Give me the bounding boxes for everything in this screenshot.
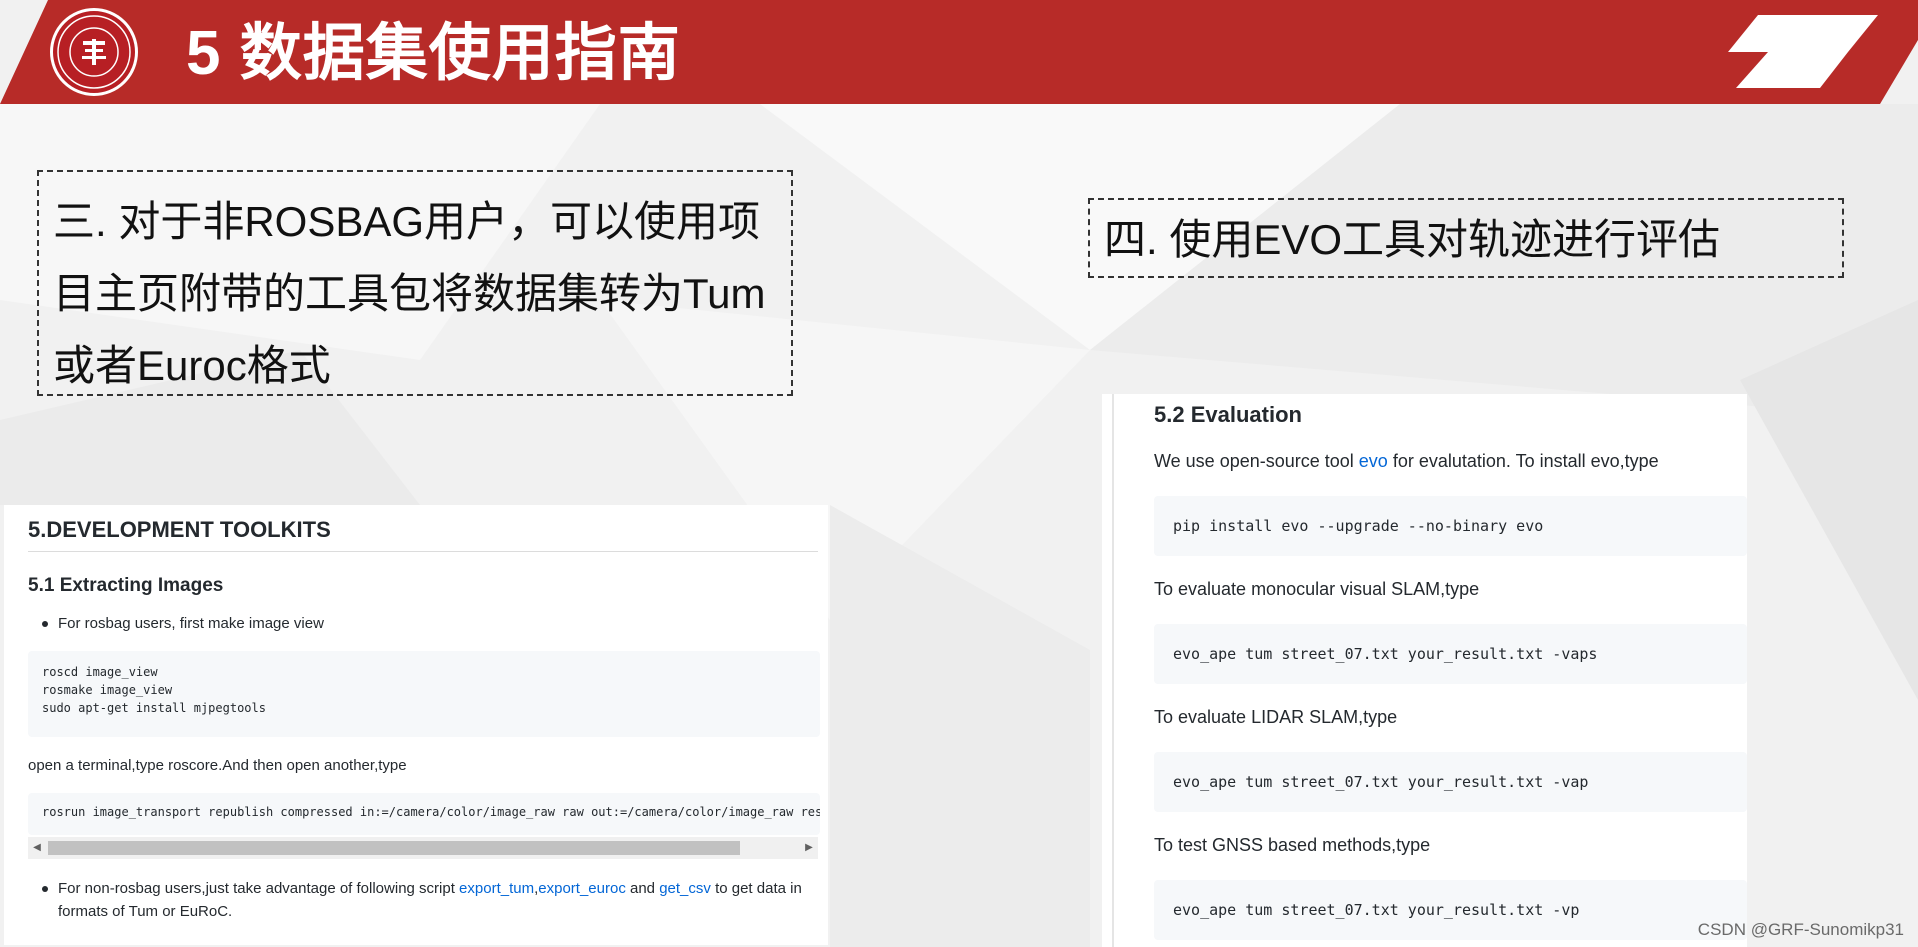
monocular-instruction: To evaluate monocular visual SLAM,type [1154, 579, 1480, 599]
non-rosbag-users-bullet: For non-rosbag users,just take advantage… [42, 877, 828, 923]
evo-link[interactable]: evo [1359, 451, 1388, 471]
code-line: roscd image_view [42, 665, 158, 679]
slide-header: 5 数据集使用指南 [0, 0, 1918, 104]
code-line: rosrun image_transport republish compres… [42, 805, 820, 819]
export-tum-link[interactable]: export_tum [459, 880, 534, 897]
toolkits-heading: 5.DEVELOPMENT TOOLKITS [28, 517, 818, 552]
csdn-watermark: CSDN @GRF-Sunomikp31 [1697, 920, 1904, 939]
code-horizontal-scrollbar[interactable]: ◀ ▶ [28, 837, 818, 859]
toolkit-note-text: 三. 对于非ROSBAG用户，可以使用项目主页附带的工具包将数据集转为Tum或者… [53, 198, 766, 389]
code-line: rosmake image_view [42, 683, 173, 697]
monocular-eval-code: evo_ape tum street_07.txt your_result.tx… [1154, 624, 1747, 684]
slide-title: 5 数据集使用指南 [186, 19, 681, 88]
get-csv-link[interactable]: get_csv [659, 880, 711, 897]
evo-intro: We use open-source tool evo for evalutat… [1154, 451, 1659, 472]
lidar-eval-code: evo_ape tum street_07.txt your_result.tx… [1154, 752, 1747, 812]
pip-install-code: pip install evo --upgrade --no-binary ev… [1154, 496, 1747, 556]
scrollbar-thumb[interactable] [48, 841, 740, 855]
export-euroc-link[interactable]: export_euroc [538, 880, 626, 897]
scroll-right-arrow-icon[interactable]: ▶ [802, 837, 816, 859]
evo-note-text: 四. 使用EVO工具对轨迹进行评估 [1104, 216, 1721, 263]
toolkit-note-box: 三. 对于非ROSBAG用户，可以使用项目主页附带的工具包将数据集转为Tum或者… [37, 170, 793, 396]
rosbag-users-bullet: For rosbag users, first make image view [42, 612, 324, 635]
scroll-left-arrow-icon[interactable]: ◀ [30, 837, 44, 859]
extracting-images-heading: 5.1 Extracting Images [28, 575, 224, 596]
university-seal-icon [50, 8, 138, 96]
gnss-instruction: To test GNSS based methods,type [1154, 835, 1431, 855]
evo-note-box: 四. 使用EVO工具对轨迹进行评估 [1088, 198, 1844, 278]
image-view-code-block: roscd image_view rosmake image_view sudo… [28, 651, 820, 737]
code-line: sudo apt-get install mjpegtools [42, 701, 266, 715]
panel-divider [1112, 394, 1114, 947]
evaluation-heading: 5.2 Evaluation [1154, 402, 1302, 427]
intro-text: We use open-source tool [1154, 451, 1359, 471]
intro-text: for evalutation. To install evo,type [1387, 451, 1659, 471]
lidar-instruction: To evaluate LIDAR SLAM,type [1154, 707, 1398, 727]
evaluation-doc-panel: 5.2 Evaluation We use open-source tool e… [1102, 394, 1747, 947]
republish-code-block: rosrun image_transport republish compres… [28, 793, 820, 835]
gnss-eval-code: evo_ape tum street_07.txt your_result.tx… [1154, 880, 1747, 940]
bullet-text: and [625, 880, 660, 897]
roscore-instruction: open a terminal,type roscore.And then op… [28, 757, 407, 774]
bullet-text: For non-rosbag users,just take advantage… [58, 880, 460, 897]
toolkits-doc-panel: 5.DEVELOPMENT TOOLKITS 5.1 Extracting Im… [4, 505, 828, 945]
